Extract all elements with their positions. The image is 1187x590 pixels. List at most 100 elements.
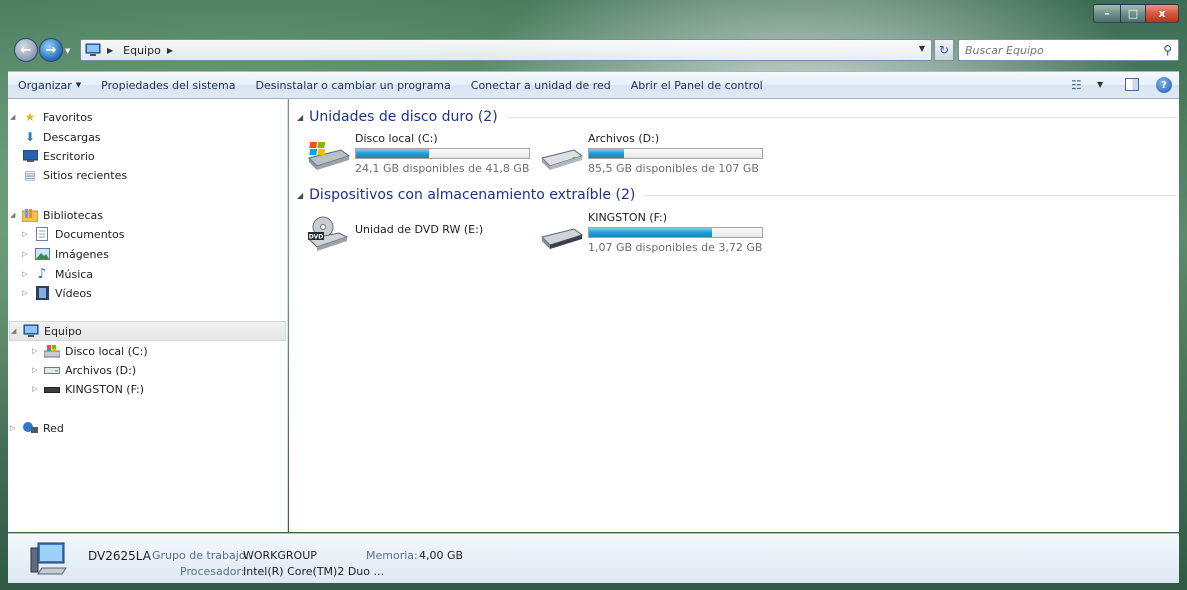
- tree-computer-label: Equipo: [44, 324, 82, 338]
- forward-button[interactable]: →: [39, 38, 63, 62]
- title-bar: – □ x: [0, 0, 1187, 34]
- address-bar[interactable]: ▶ Equipo ▶ ▼: [80, 39, 932, 61]
- close-button[interactable]: x: [1145, 4, 1179, 23]
- tree-item-recent-places[interactable]: ▤ Sitios recientes: [22, 165, 127, 185]
- system-properties-button[interactable]: Propiedades del sistema: [91, 72, 245, 98]
- content-pane: ◢ Unidades de disco duro (2) Disco local…: [289, 99, 1179, 532]
- minimize-button[interactable]: –: [1093, 4, 1121, 23]
- arrow-left-icon: ←: [20, 42, 32, 58]
- capacity-bar-fill: [589, 228, 712, 237]
- collapsed-arrow-icon[interactable]: ▷: [22, 230, 32, 238]
- memory-label: Memoria:: [366, 549, 418, 562]
- tree-item-videos[interactable]: ▷ Vídeos: [22, 283, 92, 303]
- chevron-down-icon: ▼: [75, 81, 82, 89]
- star-icon: ★: [24, 110, 36, 124]
- collapsed-arrow-icon[interactable]: ▷: [32, 347, 42, 355]
- drive-f[interactable]: KINGSTON (F:) 1,07 GB disponibles de 3,7…: [540, 211, 770, 257]
- tree-favorites[interactable]: ◢ ★ Favoritos: [10, 107, 93, 127]
- breadcrumb-separator-icon[interactable]: ▶: [107, 46, 113, 55]
- dvd-drive-icon: DVD: [307, 216, 349, 251]
- tree-network[interactable]: ▷ Red: [10, 418, 64, 438]
- group-header-label: Unidades de disco duro (2): [309, 109, 498, 125]
- details-pane: DV2625LA Grupo de trabajo: WORKGROUP Mem…: [8, 533, 1179, 583]
- collapsed-arrow-icon[interactable]: ▷: [10, 424, 20, 432]
- maximize-button[interactable]: □: [1120, 4, 1146, 23]
- tree-item-music[interactable]: ▷ ♪ Música: [22, 264, 93, 284]
- expanded-arrow-icon[interactable]: ◢: [11, 327, 21, 335]
- tree-network-label: Red: [43, 421, 64, 435]
- change-view-icon[interactable]: ☷: [1071, 78, 1082, 92]
- tree-libraries[interactable]: ◢ Bibliotecas: [10, 205, 103, 225]
- search-input[interactable]: [965, 43, 1155, 57]
- tree-item-label: Descargas: [43, 130, 101, 144]
- videos-icon: [34, 286, 50, 300]
- expanded-arrow-icon[interactable]: ◢: [10, 113, 20, 121]
- map-network-drive-button[interactable]: Conectar a unidad de red: [461, 72, 621, 98]
- preview-pane-button[interactable]: [1125, 78, 1139, 91]
- address-dropdown-icon[interactable]: ▼: [919, 44, 925, 53]
- drive-name: Disco local (C:): [355, 132, 438, 145]
- tree-item-label: Escritorio: [43, 149, 95, 163]
- tree-item-documents[interactable]: ▷ Documentos: [22, 224, 124, 244]
- collapsed-arrow-icon[interactable]: ▷: [22, 289, 32, 297]
- computer-name: DV2625LA: [88, 549, 151, 563]
- tree-item-drive-f[interactable]: ▷ KINGSTON (F:): [32, 379, 144, 399]
- pictures-icon: [34, 247, 50, 261]
- libraries-icon: [22, 208, 38, 222]
- capacity-bar: [355, 148, 530, 159]
- tree-item-downloads[interactable]: ⬇ Descargas: [22, 127, 101, 147]
- capacity-bar-fill: [356, 149, 429, 158]
- capacity-bar: [588, 227, 763, 238]
- tree-computer[interactable]: ◢ Equipo: [9, 321, 286, 341]
- group-header-label: Dispositivos con almacenamiento extraíbl…: [309, 187, 636, 203]
- expanded-arrow-icon[interactable]: ◢: [297, 191, 303, 200]
- search-icon[interactable]: ⚲: [1163, 43, 1172, 57]
- drive-e[interactable]: DVD Unidad de DVD RW (E:): [307, 211, 537, 257]
- tree-item-label: KINGSTON (F:): [65, 382, 145, 396]
- computer-icon: [23, 324, 39, 338]
- tree-item-label: Sitios recientes: [43, 168, 128, 182]
- processor-value: Intel(R) Core(TM)2 Duo ...: [243, 565, 384, 578]
- processor-label: Procesador:: [180, 565, 245, 578]
- document-icon: [34, 227, 50, 241]
- hard-drive-icon: [541, 149, 584, 170]
- drive-d[interactable]: Archivos (D:) 85,5 GB disponibles de 107…: [540, 132, 770, 178]
- tree-item-desktop[interactable]: Escritorio: [22, 146, 95, 166]
- breadcrumb-separator-icon[interactable]: ▶: [167, 46, 173, 55]
- tree-item-drive-c[interactable]: ▷ Disco local (C:): [32, 341, 148, 361]
- collapsed-arrow-icon[interactable]: ▷: [32, 385, 42, 393]
- group-hard-drives[interactable]: ◢ Unidades de disco duro (2): [297, 107, 1177, 127]
- organize-button[interactable]: Organizar ▼: [8, 72, 91, 98]
- uninstall-program-button[interactable]: Desinstalar o cambiar un programa: [246, 72, 461, 98]
- breadcrumb-equipo[interactable]: Equipo: [123, 44, 161, 57]
- group-removable[interactable]: ◢ Dispositivos con almacenamiento extraí…: [297, 185, 1177, 205]
- desktop-icon: [22, 149, 38, 163]
- history-dropdown-icon[interactable]: ▼: [65, 47, 70, 55]
- drive-c[interactable]: Disco local (C:) 24,1 GB disponibles de …: [307, 132, 537, 178]
- open-control-panel-button[interactable]: Abrir el Panel de control: [621, 72, 773, 98]
- view-dropdown-icon[interactable]: ▼: [1097, 80, 1103, 89]
- collapsed-arrow-icon[interactable]: ▷: [22, 250, 32, 258]
- search-box[interactable]: ⚲: [958, 39, 1179, 61]
- capacity-bar-fill: [589, 149, 624, 158]
- expanded-arrow-icon[interactable]: ◢: [10, 211, 20, 219]
- tree-item-pictures[interactable]: ▷ Imágenes: [22, 244, 109, 264]
- usb-drive-icon: [44, 382, 60, 396]
- hard-drive-icon: [44, 363, 60, 377]
- tree-item-label: Disco local (C:): [65, 344, 148, 358]
- system-drive-icon: [44, 344, 60, 358]
- arrow-right-icon: →: [45, 42, 57, 58]
- drive-name: Archivos (D:): [588, 132, 660, 145]
- collapsed-arrow-icon[interactable]: ▷: [32, 366, 42, 374]
- collapsed-arrow-icon[interactable]: ▷: [22, 270, 32, 278]
- help-button[interactable]: ?: [1156, 77, 1172, 93]
- workgroup-value: WORKGROUP: [243, 549, 317, 562]
- refresh-button[interactable]: ↻: [934, 39, 954, 61]
- back-button[interactable]: ←: [14, 38, 38, 62]
- tree-item-drive-d[interactable]: ▷ Archivos (D:): [32, 360, 136, 380]
- computer-icon: [85, 43, 101, 56]
- dvd-badge: DVD: [309, 234, 324, 241]
- navigation-bar: ← → ▼ ▶ Equipo ▶ ▼ ↻ ⚲: [0, 36, 1187, 66]
- usb-drive-icon: [541, 228, 584, 249]
- expanded-arrow-icon[interactable]: ◢: [297, 113, 303, 122]
